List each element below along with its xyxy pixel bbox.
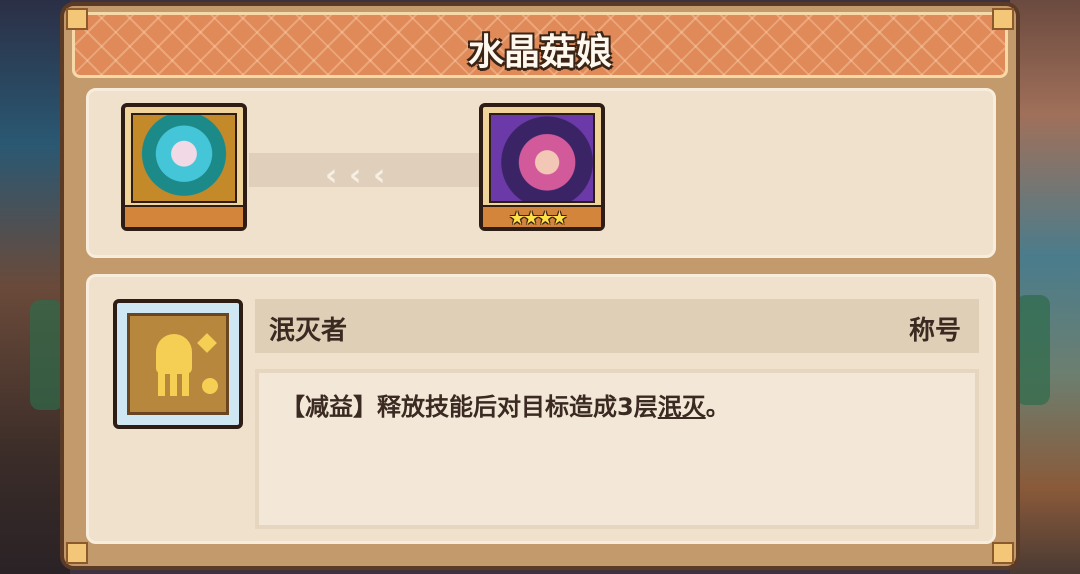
corner-ornament-icon: [992, 8, 1014, 30]
skill-icon-frame[interactable]: [113, 299, 243, 429]
skill-description: 【减益】释放技能后对目标造成3层泯灭。: [281, 387, 730, 422]
skill-description-suffix: 。: [705, 393, 730, 421]
keyword-link[interactable]: 泯灭: [658, 393, 706, 421]
character-detail-panel: 水晶菇娘 ‹ ‹ ‹ ★★★★ 泯灭者 称号 【减益】释放技能后对目标造成3层泯…: [60, 2, 1020, 570]
portrait-base-bar: [125, 205, 243, 227]
ghost-skill-icon: [127, 313, 229, 415]
skill-header: 泯灭者 称号: [255, 299, 979, 353]
evolution-section: ‹ ‹ ‹ ★★★★: [86, 88, 996, 258]
character-portrait-evolved[interactable]: ★★★★: [479, 103, 605, 231]
right-side-handle: [1016, 295, 1050, 405]
title-bar: 水晶菇娘: [72, 12, 1008, 78]
character-art-teal: [131, 113, 237, 203]
corner-ornament-icon: [66, 542, 88, 564]
skill-description-prefix: 【减益】释放技能后对目标造成3层: [281, 393, 658, 421]
chevron-left-icon: ‹: [349, 158, 362, 193]
corner-ornament-icon: [992, 542, 1014, 564]
corner-ornament-icon: [66, 8, 88, 30]
chevron-left-icon: ‹: [373, 158, 386, 193]
character-art-purple: [489, 113, 595, 203]
character-portrait-base[interactable]: [121, 103, 247, 231]
star-rating: ★★★★: [509, 208, 568, 229]
skill-section: 泯灭者 称号 【减益】释放技能后对目标造成3层泯灭。: [86, 274, 996, 544]
background-right-scenery: [1010, 0, 1080, 574]
chevron-left-icon: ‹: [325, 158, 338, 193]
left-side-handle: [30, 300, 64, 410]
skill-type-label: 称号: [908, 316, 961, 346]
skill-name: 泯灭者: [269, 316, 348, 346]
skill-description-box: 【减益】释放技能后对目标造成3层泯灭。: [255, 369, 979, 529]
panel-title: 水晶菇娘: [467, 32, 612, 73]
